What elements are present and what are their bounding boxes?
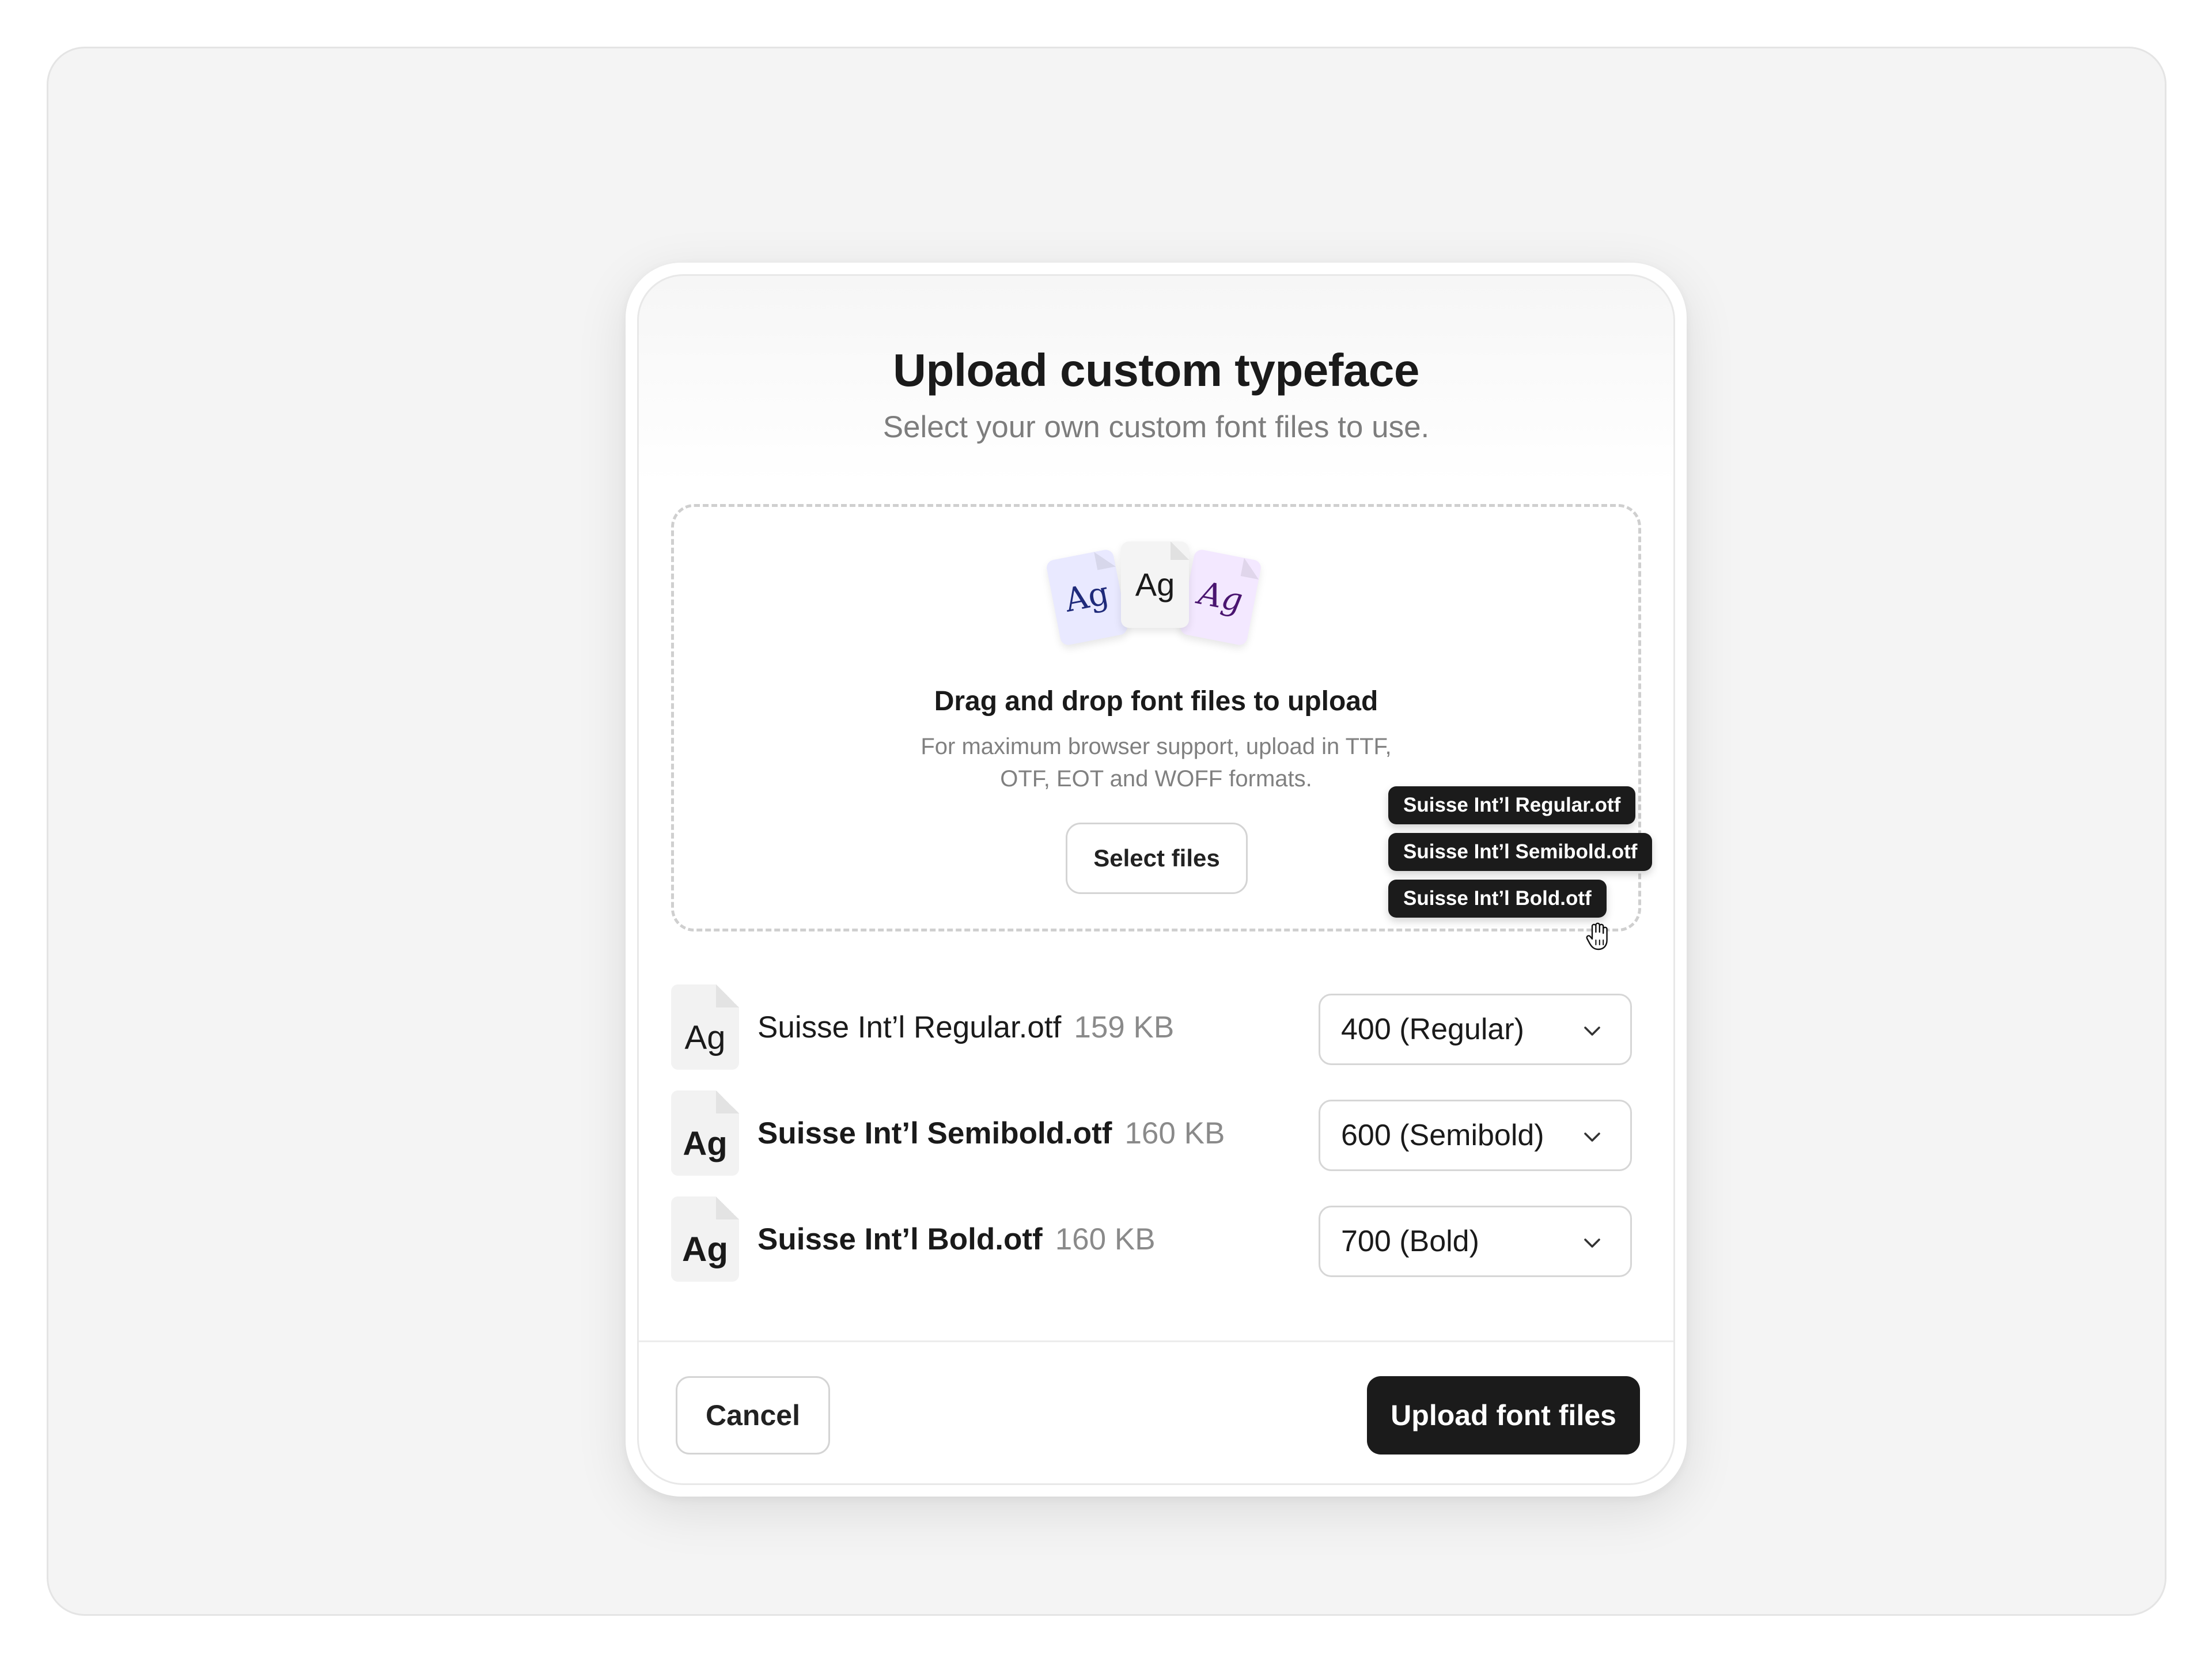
italic-font-file-icon: Ag (1179, 548, 1263, 646)
dropzone-description: For maximum browser support, upload in T… (674, 730, 1638, 795)
chevron-down-icon (1584, 1238, 1600, 1248)
font-file-icon: Ag (671, 1196, 739, 1282)
chevron-down-icon (1584, 1027, 1600, 1036)
serif-glyph: Ag (1062, 574, 1112, 620)
font-file-name: Suisse Int’l Regular.otf 159 KB (757, 1010, 1174, 1045)
serif-font-file-icon: Ag (1045, 548, 1129, 646)
font-file-size: 160 KB (1055, 1222, 1156, 1256)
font-files-illustration: Ag Ag Ag (1045, 541, 1267, 651)
cancel-button[interactable]: Cancel (676, 1376, 830, 1455)
font-file-icon: Ag (671, 984, 739, 1070)
upload-dialog: Upload custom typeface Select your own c… (626, 263, 1687, 1497)
font-file-name-text: Suisse Int’l Regular.otf (757, 1010, 1062, 1044)
font-weight-value: 700 (Bold) (1341, 1225, 1479, 1258)
italic-glyph: Ag (1195, 574, 1246, 620)
upload-font-files-button[interactable]: Upload font files (1367, 1376, 1640, 1455)
font-file-size: 159 KB (1074, 1010, 1175, 1044)
sans-font-file-icon: Ag (1121, 541, 1189, 628)
dragged-file-chip[interactable]: Suisse Int’l Semibold.otf (1388, 833, 1653, 871)
font-file-name-text: Suisse Int’l Bold.otf (757, 1222, 1043, 1256)
chevron-down-icon (1584, 1132, 1600, 1142)
font-weight-select[interactable]: 400 (Regular) (1319, 994, 1632, 1065)
font-weight-value: 400 (Regular) (1341, 1013, 1524, 1046)
font-file-icon: Ag (671, 1090, 739, 1176)
font-file-row: Ag Suisse Int’l Bold.otf 160 KB 700 (Bold… (671, 1196, 1650, 1282)
font-dropzone[interactable]: Ag Ag Ag Drag and drop font files to upl… (671, 504, 1653, 950)
font-file-size: 160 KB (1124, 1116, 1225, 1150)
dragged-file-chip[interactable]: Suisse Int’l Regular.otf (1388, 786, 1636, 824)
font-file-name-text: Suisse Int’l Semibold.otf (757, 1116, 1112, 1150)
font-weight-value: 600 (Semibold) (1341, 1119, 1544, 1152)
dropzone-description-text: For maximum browser support, upload in T… (921, 734, 1392, 791)
canvas-background: Upload custom typeface Select your own c… (47, 47, 2166, 1616)
upload-dialog-panel: Upload custom typeface Select your own c… (637, 274, 1675, 1485)
grab-hand-icon (1585, 921, 1611, 952)
dialog-subtitle: Select your own custom font files to use… (882, 410, 1430, 444)
font-file-row: Ag Suisse Int’l Semibold.otf 160 KB 600 (… (671, 1090, 1650, 1176)
font-weight-select[interactable]: 600 (Semibold) (1319, 1100, 1632, 1171)
font-file-name: Suisse Int’l Semibold.otf 160 KB (757, 1116, 1225, 1151)
font-weight-select[interactable]: 700 (Bold) (1319, 1206, 1632, 1277)
dropzone-title: Drag and drop font files to upload (934, 686, 1378, 717)
select-files-button[interactable]: Select files (1066, 823, 1248, 894)
sans-glyph: Ag (1135, 566, 1175, 603)
font-file-name: Suisse Int’l Bold.otf 160 KB (757, 1222, 1156, 1257)
font-file-row: Ag Suisse Int’l Regular.otf 159 KB 400 (R… (671, 984, 1650, 1070)
footer-divider (639, 1340, 1673, 1342)
dragged-file-chip[interactable]: Suisse Int’l Bold.otf (1388, 880, 1607, 918)
dialog-title: Upload custom typeface (893, 344, 1419, 396)
